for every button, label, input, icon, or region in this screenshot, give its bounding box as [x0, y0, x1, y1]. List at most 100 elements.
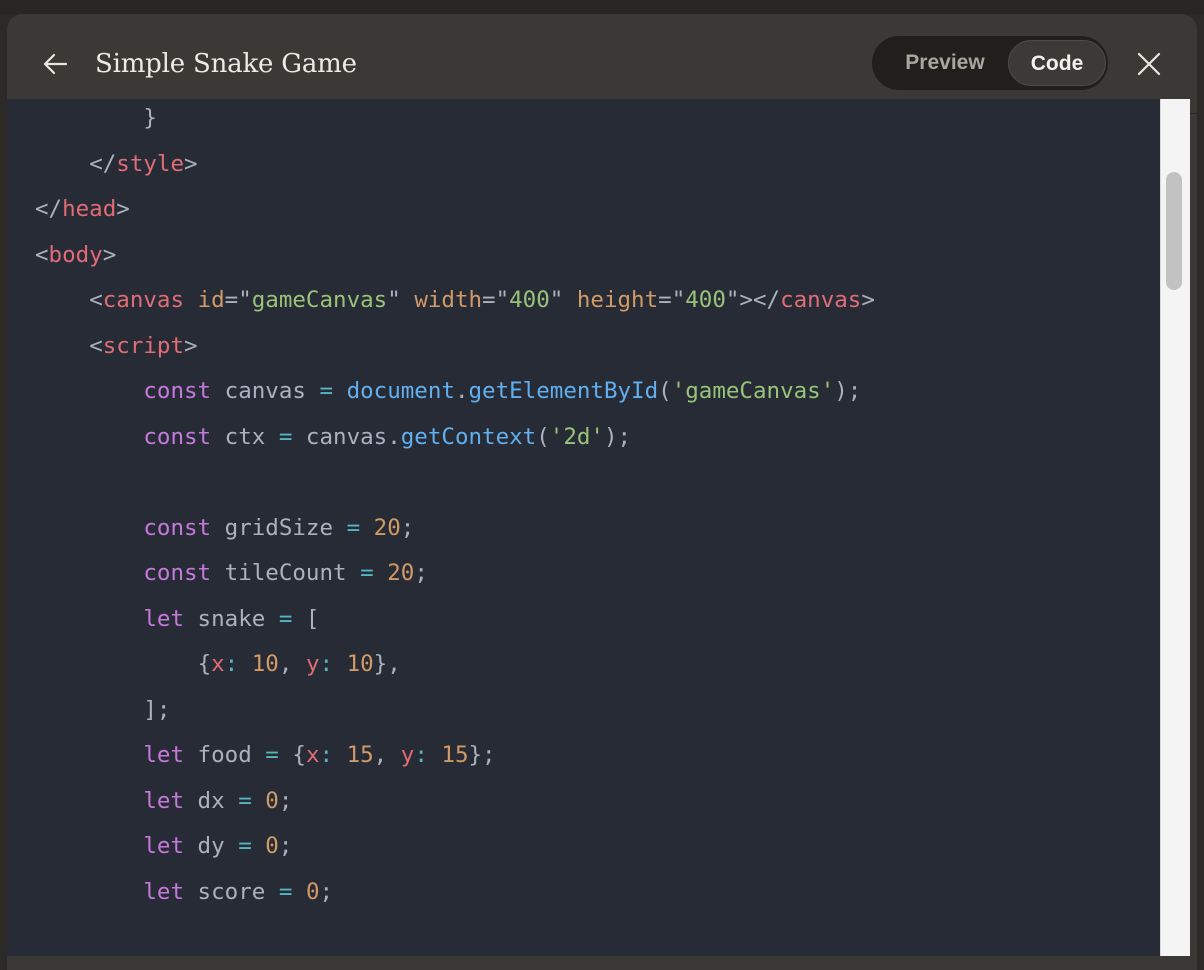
- code-token: ;: [400, 514, 415, 541]
- code-token: );: [603, 423, 632, 450]
- code-token: let: [143, 878, 185, 905]
- code-token: let: [143, 787, 185, 814]
- code-line: <script>: [35, 324, 875, 370]
- code-token: 400: [509, 287, 550, 313]
- code-token: ;: [319, 878, 334, 905]
- code-line: let food = {x: 15, y: 15};: [35, 733, 875, 779]
- code-token: gridSize: [211, 514, 347, 541]
- code-token: const: [143, 423, 212, 450]
- code-token: document: [346, 378, 455, 404]
- code-token: );: [834, 378, 862, 404]
- code-token: :: [224, 651, 239, 677]
- code-token: =": [224, 287, 252, 313]
- code-viewer[interactable]: } </style> </head> <body> <canvas id="game…: [7, 99, 1167, 956]
- code-token: (: [536, 423, 550, 450]
- code-token: score: [184, 878, 279, 905]
- code-token: ,: [373, 742, 401, 768]
- code-token: 15: [441, 742, 469, 768]
- code-token: dx: [184, 787, 239, 814]
- code-token: const: [143, 378, 212, 404]
- code-line: }: [35, 99, 875, 142]
- code-token: ;: [414, 560, 428, 586]
- code-token: =: [265, 742, 279, 768]
- code-token: =: [319, 378, 334, 404]
- code-token: 15: [346, 742, 374, 768]
- code-token: [: [292, 605, 320, 632]
- code-token: =": [658, 287, 686, 313]
- code-line: const ctx = canvas.getContext('2d');: [35, 415, 875, 461]
- code-token: body: [48, 241, 103, 268]
- code-line: ];: [35, 688, 875, 734]
- code-token: ": [549, 287, 564, 313]
- code-line: {x: 10, y: 10},: [35, 642, 875, 688]
- code-token: canvas.: [292, 423, 401, 450]
- code-token: 0: [265, 787, 279, 814]
- code-token: >: [184, 332, 198, 359]
- code-token: canvas: [211, 378, 320, 404]
- code-token: >: [116, 196, 130, 222]
- code-token: :: [414, 742, 428, 768]
- code-token: y: [400, 742, 415, 768]
- code-token: let: [143, 605, 185, 632]
- code-line: const canvas = document.getElementById('…: [35, 369, 875, 415]
- code-token: getElementById: [468, 378, 659, 404]
- code-token: "></: [725, 287, 781, 313]
- view-toggle: Preview Code: [872, 36, 1108, 90]
- code-token: <: [89, 287, 103, 313]
- code-token: =: [238, 787, 252, 814]
- code-tab[interactable]: Code: [1008, 40, 1106, 86]
- preview-tab[interactable]: Preview: [880, 36, 1010, 90]
- code-token: let: [143, 742, 185, 768]
- code-token: '2d': [549, 423, 604, 450]
- code-token: 0: [305, 878, 320, 905]
- back-button[interactable]: [35, 44, 75, 84]
- artifact-title: Simple Snake Game: [95, 49, 357, 79]
- code-token: head: [62, 196, 117, 222]
- close-button[interactable]: [1129, 44, 1169, 84]
- arrow-left-icon: [43, 53, 68, 75]
- code-line: const gridSize = 20;: [35, 506, 875, 552]
- code-token: width: [414, 287, 483, 313]
- code-token: </: [35, 196, 63, 222]
- code-line: <canvas id="gameCanvas" width="400" heig…: [35, 278, 875, 324]
- code-token: ctx: [211, 423, 279, 450]
- code-token: 'gameCanvas': [671, 378, 835, 404]
- code-token: =: [238, 833, 252, 859]
- code-token: let: [143, 833, 185, 859]
- code-token: dy: [184, 833, 239, 859]
- code-token: =: [360, 560, 374, 586]
- code-token: food: [184, 742, 266, 768]
- code-token: >: [102, 241, 117, 268]
- close-icon: [1137, 52, 1161, 76]
- code-token: gameCanvas: [251, 287, 388, 313]
- code-token: tileCount: [211, 560, 361, 586]
- code-line: </style>: [35, 142, 875, 188]
- code-token: getContext: [400, 423, 537, 450]
- code-token: ;: [278, 787, 293, 814]
- scrollbar-thumb[interactable]: [1166, 172, 1182, 290]
- code-token: (: [658, 378, 672, 404]
- code-token: height: [576, 287, 659, 313]
- code-token: canvas: [780, 287, 862, 313]
- code-token: .: [454, 378, 469, 404]
- code-token: ];: [143, 696, 171, 723]
